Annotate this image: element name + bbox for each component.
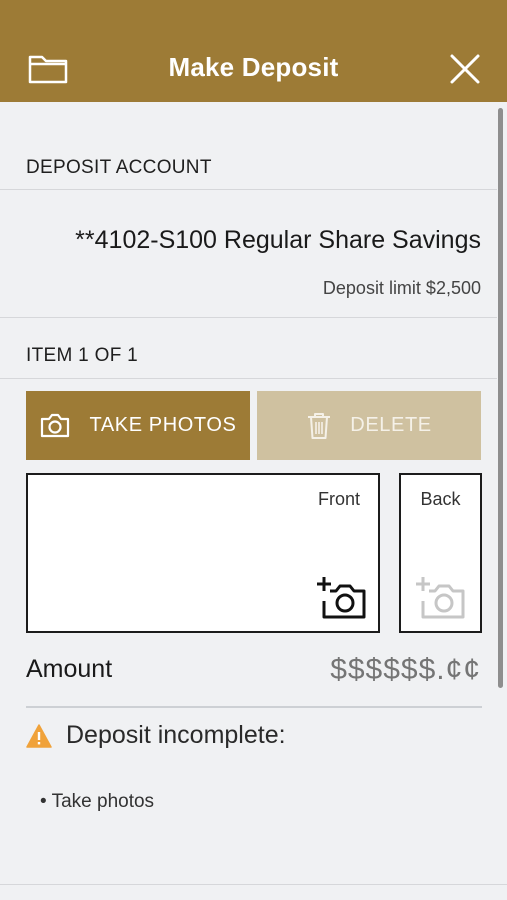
- trash-icon: [308, 412, 331, 439]
- account-selector[interactable]: **4102-S100 Regular Share Savings: [75, 226, 481, 255]
- divider: [0, 317, 497, 318]
- delete-label: DELETE: [350, 414, 432, 436]
- take-photos-label: TAKE PHOTOS: [89, 414, 237, 436]
- deposit-limit-text: Deposit limit $2,500: [322, 278, 481, 298]
- back-photo-slot[interactable]: Back: [399, 473, 482, 633]
- app-header: Make Deposit: [0, 0, 507, 102]
- page-title: Make Deposit: [168, 52, 339, 82]
- divider: [0, 378, 497, 379]
- amount-input[interactable]: [281, 650, 481, 690]
- delete-button[interactable]: DELETE: [257, 391, 481, 460]
- add-photo-icon: [416, 577, 465, 619]
- back-label: Back: [420, 489, 461, 509]
- camera-icon: [41, 413, 70, 437]
- status-item: • Take photos: [40, 791, 155, 812]
- scrollbar[interactable]: [498, 108, 503, 688]
- deposit-status-message: Deposit incomplete:: [66, 721, 286, 749]
- front-label: Front: [317, 489, 360, 509]
- amount-underline: [26, 706, 482, 708]
- take-photos-button[interactable]: TAKE PHOTOS: [26, 391, 250, 460]
- divider: [0, 189, 497, 190]
- divider: [0, 884, 507, 885]
- deposit-account-label: DEPOSIT ACCOUNT: [26, 157, 212, 178]
- item-count-label: ITEM 1 OF 1: [26, 345, 139, 366]
- warning-icon: [26, 724, 52, 748]
- close-icon[interactable]: [448, 52, 482, 86]
- front-photo-slot[interactable]: Front: [26, 473, 380, 633]
- add-photo-icon: [317, 577, 366, 619]
- amount-label: Amount: [26, 655, 113, 683]
